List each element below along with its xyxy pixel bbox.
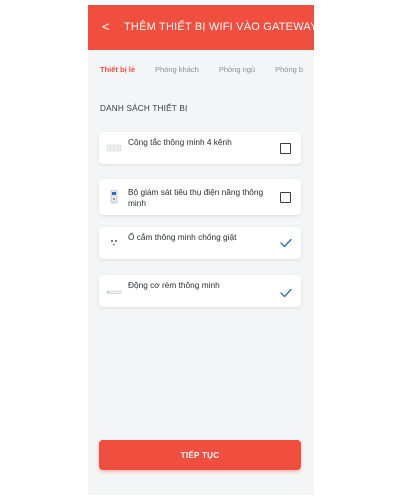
check-icon[interactable] <box>279 237 293 249</box>
tab-individual-devices[interactable]: Thiết bị lẻ <box>88 65 145 74</box>
power-meter-icon <box>110 190 118 204</box>
chevron-left-icon[interactable]: < <box>102 19 110 34</box>
page-title: THÊM THIẾT BỊ WIFI VÀO GATEWAY <box>124 21 314 33</box>
device-name: Công tắc thông minh 4 kênh <box>128 137 232 147</box>
device-name: Bộ giám sát tiêu thụ điện năng thông min… <box>128 187 264 208</box>
device-name: Động cơ rèm thông minh <box>128 280 220 290</box>
device-item-switch[interactable]: Công tắc thông minh 4 kênh <box>99 132 301 164</box>
device-item-smart-socket[interactable]: Ổ cắm thông minh chống giật <box>99 227 301 259</box>
tab-bedroom[interactable]: Phòng ngủ <box>209 65 265 74</box>
continue-button[interactable]: TIẾP TỤC <box>99 440 301 470</box>
device-checkbox[interactable] <box>280 143 291 154</box>
curtain-motor-icon <box>106 290 122 294</box>
wall-switch-icon <box>106 144 122 152</box>
app-header: < THÊM THIẾT BỊ WIFI VÀO GATEWAY <box>88 5 314 50</box>
phone-screen: < THÊM THIẾT BỊ WIFI VÀO GATEWAY Thiết b… <box>88 5 314 495</box>
device-list-title: DANH SÁCH THIẾT BỊ <box>100 104 188 113</box>
room-tabs: Thiết bị lẻ Phòng khách Phòng ngủ Phòng … <box>88 50 314 88</box>
device-name: Ổ cắm thông minh chống giật <box>128 232 237 242</box>
check-icon[interactable] <box>279 287 293 299</box>
device-checkbox[interactable] <box>280 192 291 203</box>
tab-room-truncated[interactable]: Phòng b <box>265 65 313 74</box>
device-item-curtain-motor[interactable]: Động cơ rèm thông minh <box>99 275 301 307</box>
device-item-power-meter[interactable]: Bộ giám sát tiêu thụ điện năng thông min… <box>99 179 301 215</box>
smart-socket-icon <box>111 240 117 246</box>
tab-living-room[interactable]: Phòng khách <box>145 65 209 74</box>
